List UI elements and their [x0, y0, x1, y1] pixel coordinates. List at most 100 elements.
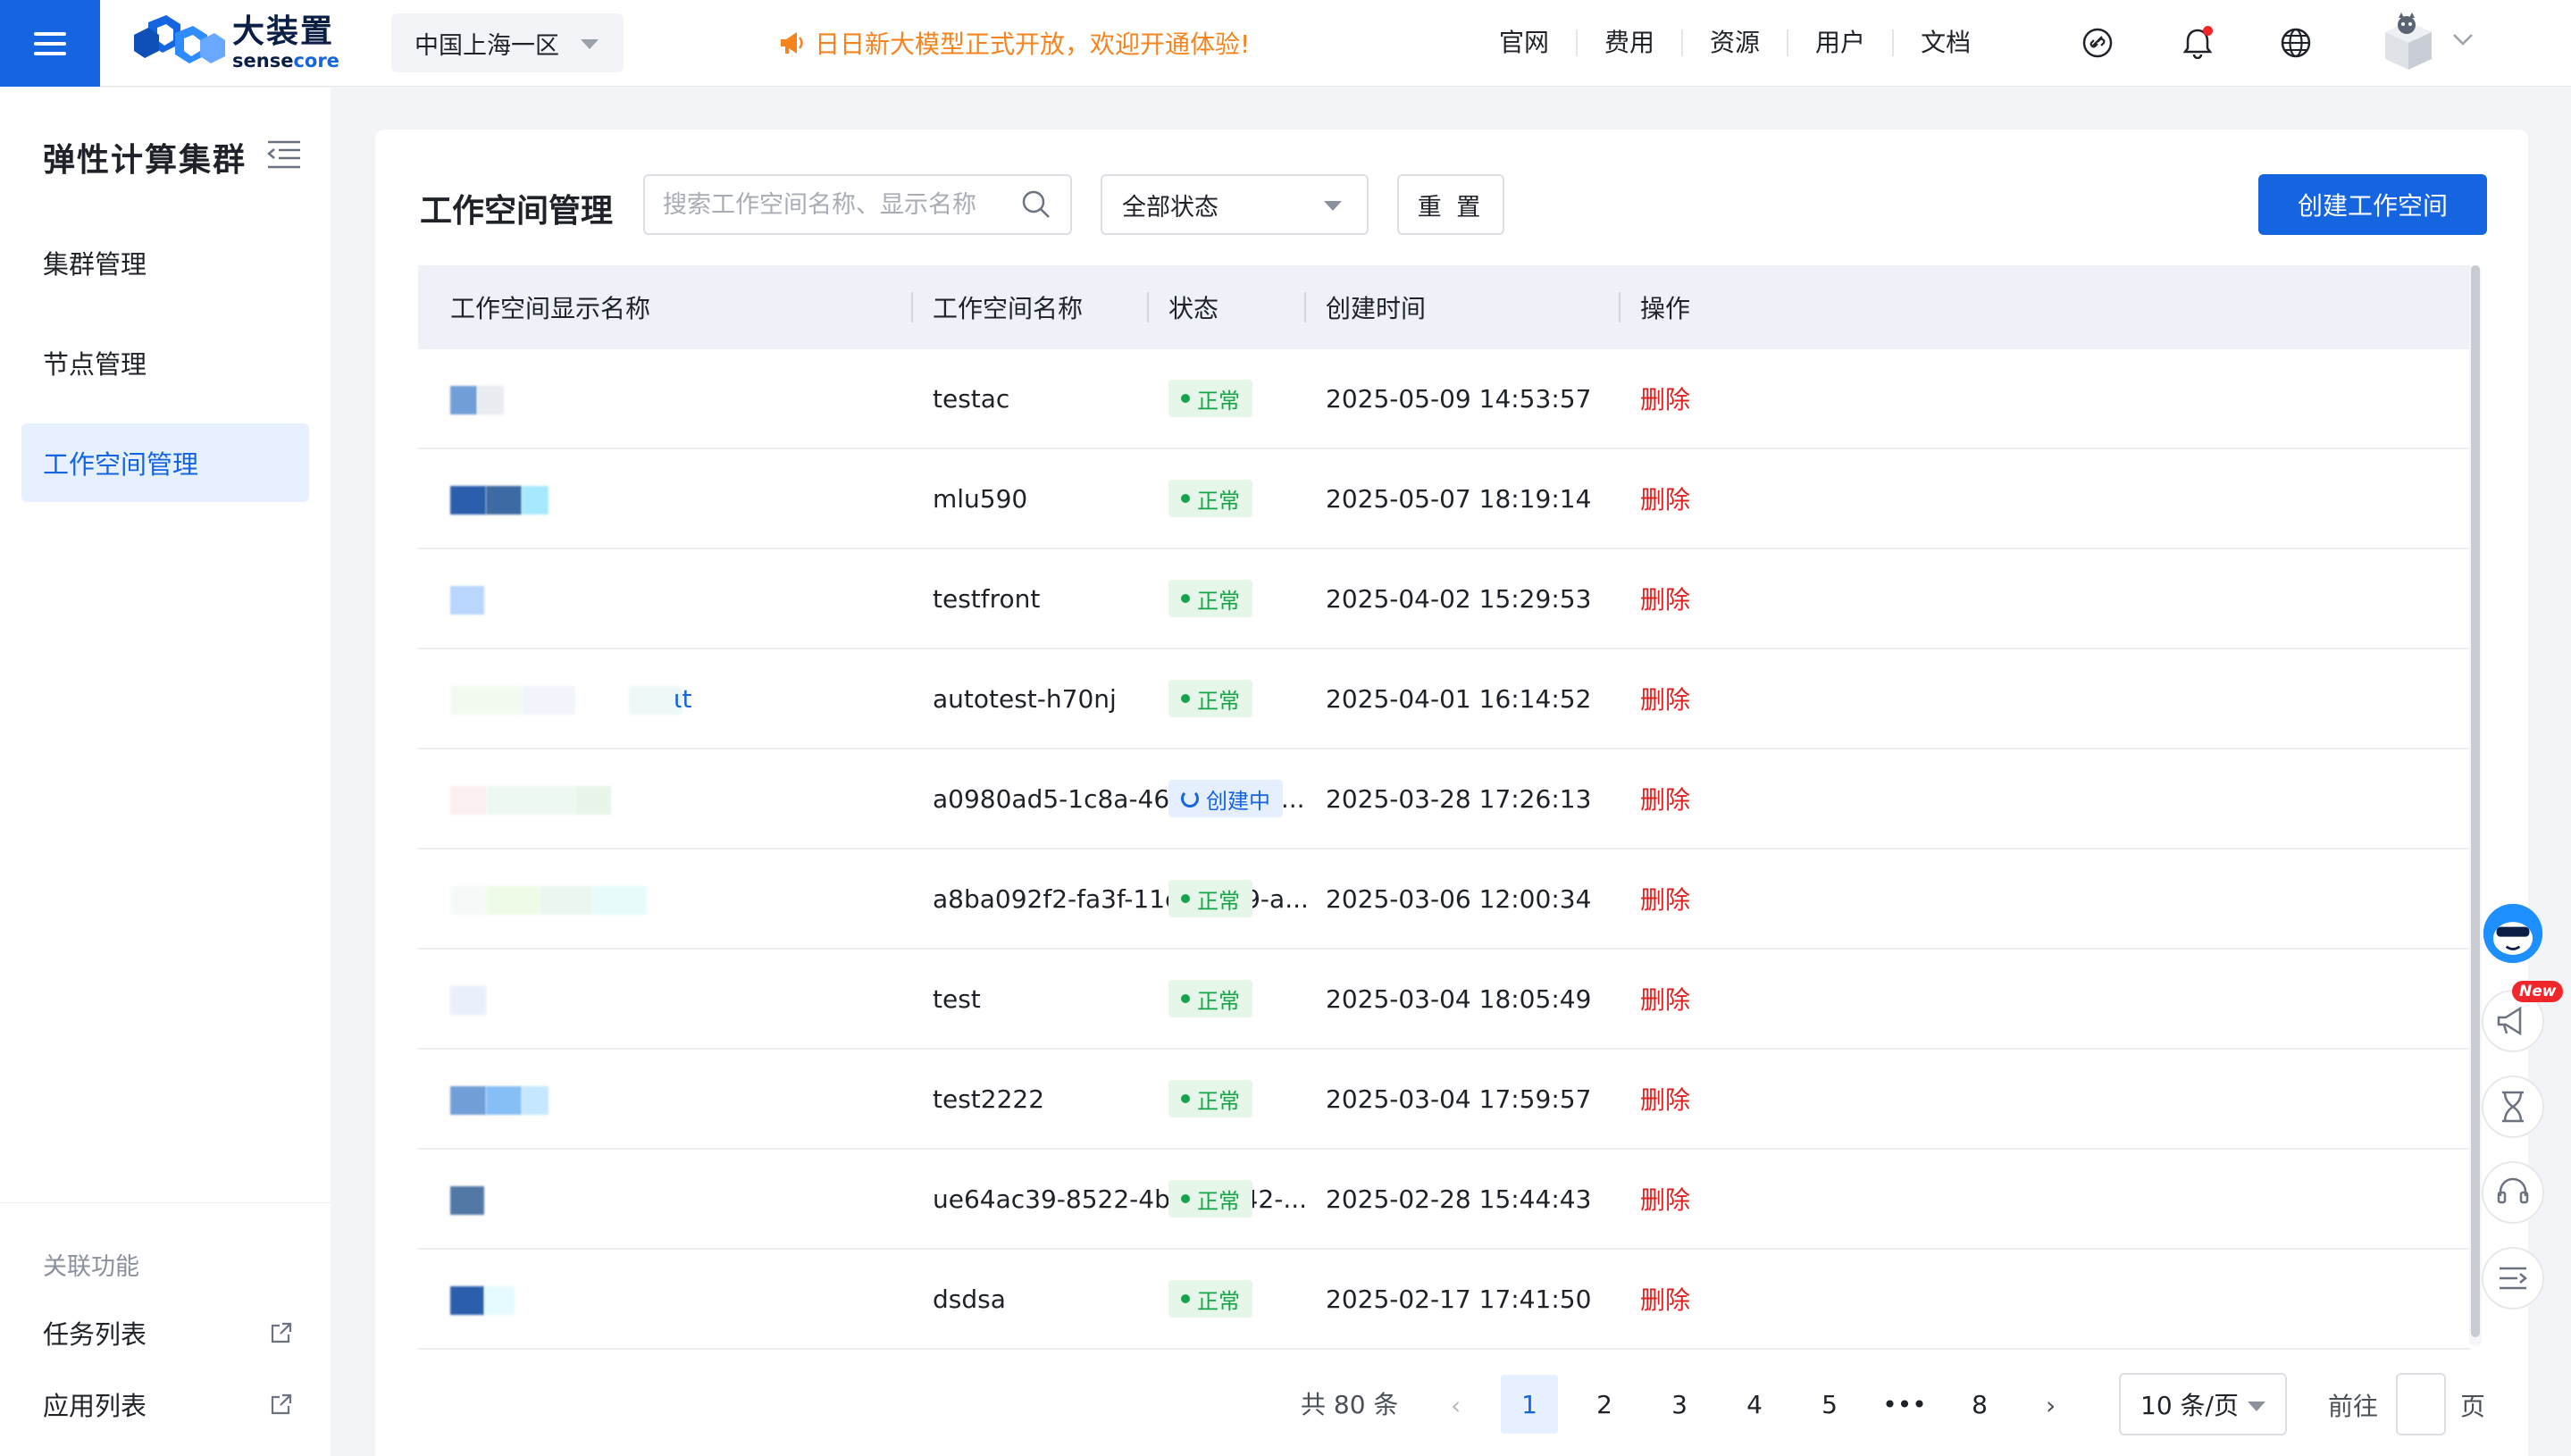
sidebar-item-clusters[interactable]: 集群管理: [21, 223, 309, 302]
related-features-title: 关联功能: [43, 1253, 139, 1281]
logo-wordmark: 大装置 sensecore: [232, 13, 339, 71]
globe-language-icon[interactable]: [2278, 25, 2314, 61]
sidebar-item-workspaces[interactable]: 工作空间管理: [21, 423, 309, 502]
customer-support-button[interactable]: [2482, 1161, 2544, 1224]
page-ellipsis[interactable]: •••: [1876, 1375, 1933, 1434]
region-selector[interactable]: 中国上海一区: [391, 13, 624, 72]
delete-workspace-link[interactable]: 删除: [1640, 981, 1690, 1017]
main-menu-button[interactable]: [0, 0, 100, 87]
cell-status: 正常: [1168, 1050, 1252, 1148]
page-number-button[interactable]: 3: [1651, 1375, 1708, 1434]
delete-workspace-link[interactable]: 删除: [1640, 481, 1690, 516]
delete-workspace-link[interactable]: 删除: [1640, 1081, 1690, 1117]
loading-spinner-icon: [1181, 790, 1199, 807]
avatar-cube-icon: [2385, 13, 2432, 70]
cell-status: 正常: [1168, 849, 1252, 948]
table-row: a0980ad5-1c8a-4668-86bc-... 创建中 2025-03-28…: [418, 749, 2471, 849]
page-number-button[interactable]: 2: [1576, 1375, 1633, 1434]
status-filter-select[interactable]: 全部状态: [1101, 174, 1369, 235]
goto-page-input[interactable]: [2396, 1373, 2446, 1435]
delete-workspace-link[interactable]: 删除: [1640, 681, 1690, 716]
cell-display-name: [450, 1150, 700, 1248]
sidebar-item-nodes[interactable]: 节点管理: [21, 323, 309, 402]
status-dot-icon: [1181, 494, 1190, 503]
sidebar-link-label: 任务列表: [43, 1319, 147, 1350]
cell-created-time: 2025-02-28 15:44:43: [1326, 1184, 1592, 1214]
nav-resources[interactable]: 资源: [1683, 29, 1789, 56]
cell-created-time: 2025-03-06 12:00:34: [1326, 883, 1592, 914]
hamburger-icon: [34, 31, 66, 55]
sensecore-logo-icon: [134, 15, 225, 63]
caret-down-icon: [581, 39, 599, 49]
next-page-icon[interactable]: ›: [2046, 1391, 2056, 1420]
redacted-display-name: [450, 1281, 700, 1317]
headset-icon: [2497, 1177, 2529, 1204]
sidebar-link-task-list[interactable]: 任务列表: [43, 1315, 293, 1351]
cell-created-time: 2025-05-09 14:53:57: [1326, 383, 1592, 414]
table-header: 工作空间显示名称 工作空间名称 状态 创建时间 操作: [418, 265, 2471, 349]
delete-workspace-link[interactable]: 删除: [1640, 581, 1690, 616]
search-field[interactable]: [643, 174, 1072, 235]
notification-bell-icon[interactable]: [2180, 25, 2215, 61]
pagination-total: 共 80 条: [1301, 1390, 1399, 1419]
brand-logo[interactable]: 大装置 sensecore: [130, 13, 339, 73]
cell-actions: 删除: [1640, 849, 1690, 948]
status-badge: 正常: [1168, 1080, 1252, 1117]
collapse-tools-button[interactable]: [2482, 1247, 2544, 1310]
prev-page-icon[interactable]: ‹: [1451, 1391, 1461, 1420]
column-header-display-name: 工作空间显示名称: [450, 294, 651, 323]
sidebar-link-app-list[interactable]: 应用列表: [43, 1386, 293, 1422]
redacted-display-name: ɩt: [450, 681, 700, 716]
cell-display-name: [450, 449, 700, 548]
reset-button[interactable]: 重 置: [1397, 174, 1504, 235]
sidebar-item-label: 集群管理: [43, 249, 147, 280]
column-header-status: 状态: [1168, 294, 1219, 323]
delete-workspace-link[interactable]: 删除: [1640, 1181, 1690, 1217]
page-number-button[interactable]: 4: [1726, 1375, 1783, 1434]
status-dot-icon: [1181, 694, 1190, 703]
cell-display-name: [450, 849, 700, 948]
status-label: 正常: [1197, 388, 1240, 414]
sidebar-link-label: 应用列表: [43, 1391, 147, 1421]
delete-workspace-link[interactable]: 删除: [1640, 1281, 1690, 1317]
display-name-text: ɩt: [674, 684, 692, 714]
top-nav: 官网 费用 资源 用户 文档: [1472, 25, 1997, 61]
cell-workspace-name: mlu590: [933, 483, 1028, 514]
ai-assistant-mascot-button[interactable]: [2482, 902, 2544, 965]
column-header-created: 创建时间: [1326, 294, 1427, 323]
delete-workspace-link[interactable]: 删除: [1640, 381, 1690, 416]
page-size-select[interactable]: 10 条/页: [2119, 1373, 2287, 1435]
redacted-display-name: [450, 881, 700, 916]
announcement-banner[interactable]: 日日新大模型正式开放，欢迎开通体验!: [779, 25, 1250, 61]
nav-docs[interactable]: 文档: [1894, 29, 1997, 56]
sidebar-title: 弹性计算集群: [43, 142, 247, 179]
logo-cn-text: 大装置: [232, 13, 335, 50]
search-icon[interactable]: [1020, 188, 1052, 221]
cell-actions: 删除: [1640, 749, 1690, 848]
delete-workspace-link[interactable]: 删除: [1640, 881, 1690, 916]
table-scrollbar-thumb[interactable]: [2471, 265, 2480, 1337]
cell-actions: 删除: [1640, 549, 1690, 648]
collapse-sidebar-icon[interactable]: [266, 139, 302, 170]
chevron-down-icon[interactable]: [2451, 32, 2475, 46]
cell-status: 正常: [1168, 1250, 1252, 1348]
nav-users[interactable]: 用户: [1788, 29, 1895, 56]
nav-billing[interactable]: 费用: [1578, 29, 1684, 56]
link-chain-icon[interactable]: [2080, 25, 2115, 61]
sidebar-item-label: 工作空间管理: [43, 449, 199, 480]
cell-display-name: ɩt: [450, 649, 700, 748]
search-input[interactable]: [663, 190, 1020, 219]
logo-en-text: sensecore: [232, 51, 339, 71]
page-number-button[interactable]: 1: [1501, 1375, 1558, 1434]
page-number-button[interactable]: 8: [1951, 1375, 2008, 1434]
column-divider: [1304, 292, 1306, 322]
status-label: 正常: [1197, 1288, 1240, 1314]
redacted-display-name: [450, 381, 700, 416]
delete-workspace-link[interactable]: 删除: [1640, 781, 1690, 816]
redacted-display-name: [450, 581, 700, 616]
user-avatar[interactable]: [2380, 13, 2437, 71]
nav-official-site[interactable]: 官网: [1472, 29, 1579, 56]
page-number-button[interactable]: 5: [1801, 1375, 1858, 1434]
create-workspace-button[interactable]: 创建工作空间: [2258, 174, 2487, 235]
timer-tool-button[interactable]: [2482, 1075, 2544, 1138]
